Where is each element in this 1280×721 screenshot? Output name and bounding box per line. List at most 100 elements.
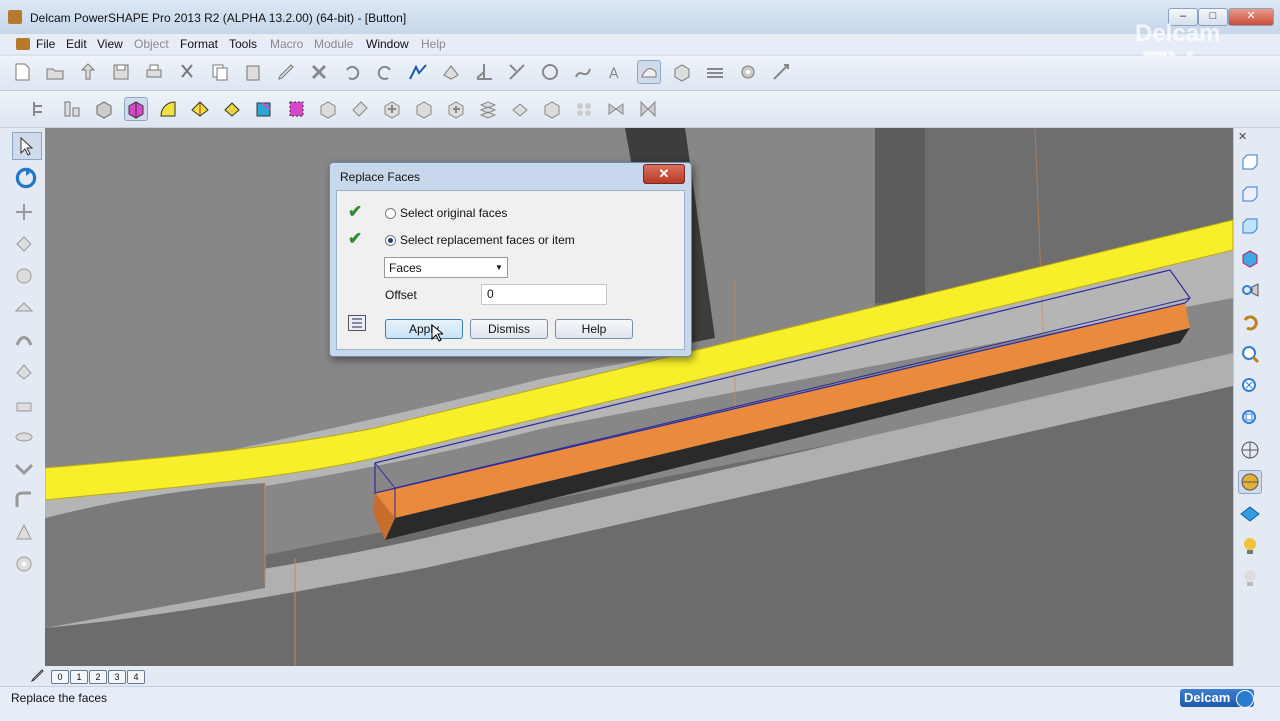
circle-icon[interactable] — [538, 60, 562, 84]
save-icon[interactable] — [109, 60, 133, 84]
light-icon[interactable] — [1238, 534, 1262, 558]
pattern-icon[interactable] — [572, 97, 596, 121]
level-4[interactable]: 4 — [127, 670, 145, 684]
replace-faces-icon[interactable] — [124, 97, 148, 121]
face-blend-icon[interactable] — [156, 97, 180, 121]
project-icon[interactable] — [12, 360, 36, 384]
add-solid-icon[interactable] — [380, 97, 404, 121]
zoom-icon[interactable] — [1238, 342, 1262, 366]
split-icon[interactable] — [316, 97, 340, 121]
face-extend-icon[interactable] — [220, 97, 244, 121]
solid-icon[interactable] — [670, 60, 694, 84]
gear-icon[interactable] — [736, 60, 760, 84]
drive-curve-icon[interactable] — [12, 456, 36, 480]
level-0[interactable]: 0 — [51, 670, 69, 684]
view-cube-icon[interactable] — [1238, 246, 1262, 270]
fillet-icon[interactable] — [12, 488, 36, 512]
mirror-icon[interactable] — [604, 97, 628, 121]
new-model-icon[interactable] — [10, 60, 34, 84]
zoom-box-icon[interactable] — [1238, 406, 1262, 430]
box-solid-icon[interactable] — [540, 97, 564, 121]
sketch-icon[interactable] — [406, 60, 430, 84]
menu-help[interactable]: Help — [421, 37, 446, 51]
edit-pen-icon[interactable] — [274, 60, 298, 84]
electrode-icon[interactable] — [769, 60, 793, 84]
feature-icon[interactable] — [60, 97, 84, 121]
menu-view[interactable]: View — [97, 37, 123, 51]
menu-object[interactable]: Object — [134, 37, 169, 51]
revolve-icon[interactable] — [12, 424, 36, 448]
wireframe-icon[interactable] — [439, 60, 463, 84]
select-arrow-icon[interactable] — [12, 132, 42, 160]
zoom-extents-icon[interactable] — [1238, 374, 1262, 398]
undo-icon[interactable] — [340, 60, 364, 84]
tree-icon[interactable] — [28, 97, 52, 121]
solid-box-icon[interactable] — [92, 97, 116, 121]
rotate-icon[interactable] — [12, 232, 36, 256]
dismiss-button[interactable]: Dismiss — [470, 319, 548, 339]
paste-icon[interactable] — [241, 60, 265, 84]
bulb-icon[interactable] — [1238, 566, 1262, 590]
level-3[interactable]: 3 — [108, 670, 126, 684]
shaded-icon[interactable] — [1238, 470, 1262, 494]
menu-tools[interactable]: Tools — [229, 37, 257, 51]
face-type-dropdown[interactable]: Faces ▼ — [384, 257, 508, 278]
offset-field[interactable]: 0 — [481, 284, 607, 305]
globe-wireframe-icon[interactable] — [1238, 438, 1262, 462]
help-button[interactable]: Help — [555, 319, 633, 339]
redo-icon[interactable] — [373, 60, 397, 84]
level-2[interactable]: 2 — [89, 670, 107, 684]
import-icon[interactable] — [76, 60, 100, 84]
menu-edit[interactable]: Edit — [66, 37, 87, 51]
move-icon[interactable] — [12, 200, 36, 224]
open-icon[interactable] — [43, 60, 67, 84]
camera-icon[interactable] — [1238, 278, 1262, 302]
copy-icon[interactable] — [208, 60, 232, 84]
subtract-solid-icon[interactable] — [412, 97, 436, 121]
draft-icon[interactable] — [12, 520, 36, 544]
menu-macro[interactable]: Macro — [270, 37, 303, 51]
scale-icon[interactable] — [12, 264, 36, 288]
split-solid-icon[interactable] — [636, 97, 660, 121]
workplane-icon[interactable] — [472, 60, 496, 84]
settings-wheel-icon[interactable] — [12, 552, 36, 576]
thicken-icon[interactable] — [508, 97, 532, 121]
cut-icon[interactable] — [175, 60, 199, 84]
menu-format[interactable]: Format — [180, 37, 218, 51]
extrude-icon[interactable] — [12, 392, 36, 416]
radio-replacement-faces[interactable] — [385, 235, 396, 246]
curve-icon[interactable] — [571, 60, 595, 84]
view-top-icon[interactable] — [1238, 214, 1262, 238]
delete-icon[interactable] — [307, 60, 331, 84]
line-icon[interactable] — [505, 60, 529, 84]
dialog-close-button[interactable]: ✕ — [643, 164, 685, 184]
shell-icon[interactable] — [476, 97, 500, 121]
menu-window[interactable]: Window — [366, 37, 409, 51]
menu-file[interactable]: File — [36, 37, 55, 51]
print-icon[interactable] — [142, 60, 166, 84]
close-window-button[interactable]: ✕ — [1228, 8, 1274, 26]
text-icon[interactable]: A — [604, 60, 628, 84]
options-list-icon[interactable] — [348, 315, 366, 331]
right-palette-close-icon[interactable]: ✕ — [1238, 130, 1247, 143]
level-pencil-icon[interactable] — [30, 669, 46, 686]
mirror-tool-icon[interactable] — [12, 296, 36, 320]
view-iso-icon[interactable] — [1238, 182, 1262, 206]
section-icon[interactable] — [1238, 502, 1262, 526]
level-1[interactable]: 1 — [70, 670, 88, 684]
menu-module[interactable]: Module — [314, 37, 353, 51]
cut-solid-icon[interactable] — [348, 97, 372, 121]
delete-face-icon[interactable] — [252, 97, 276, 121]
window-title: Delcam PowerSHAPE Pro 2013 R2 (ALPHA 13.… — [30, 11, 407, 25]
view-front-icon[interactable] — [1238, 150, 1262, 174]
mesh-icon[interactable] — [703, 60, 727, 84]
fill-face-icon[interactable] — [284, 97, 308, 121]
offset-tool-icon[interactable] — [12, 328, 36, 352]
plus-icon[interactable] — [444, 97, 468, 121]
face-offset-icon[interactable] — [188, 97, 212, 121]
dynamic-rotate-icon[interactable] — [12, 164, 40, 195]
undo-view-icon[interactable] — [1238, 310, 1262, 334]
surface-icon[interactable] — [637, 60, 661, 84]
radio-original-faces[interactable] — [385, 208, 396, 219]
apply-button[interactable]: Apply — [385, 319, 463, 339]
